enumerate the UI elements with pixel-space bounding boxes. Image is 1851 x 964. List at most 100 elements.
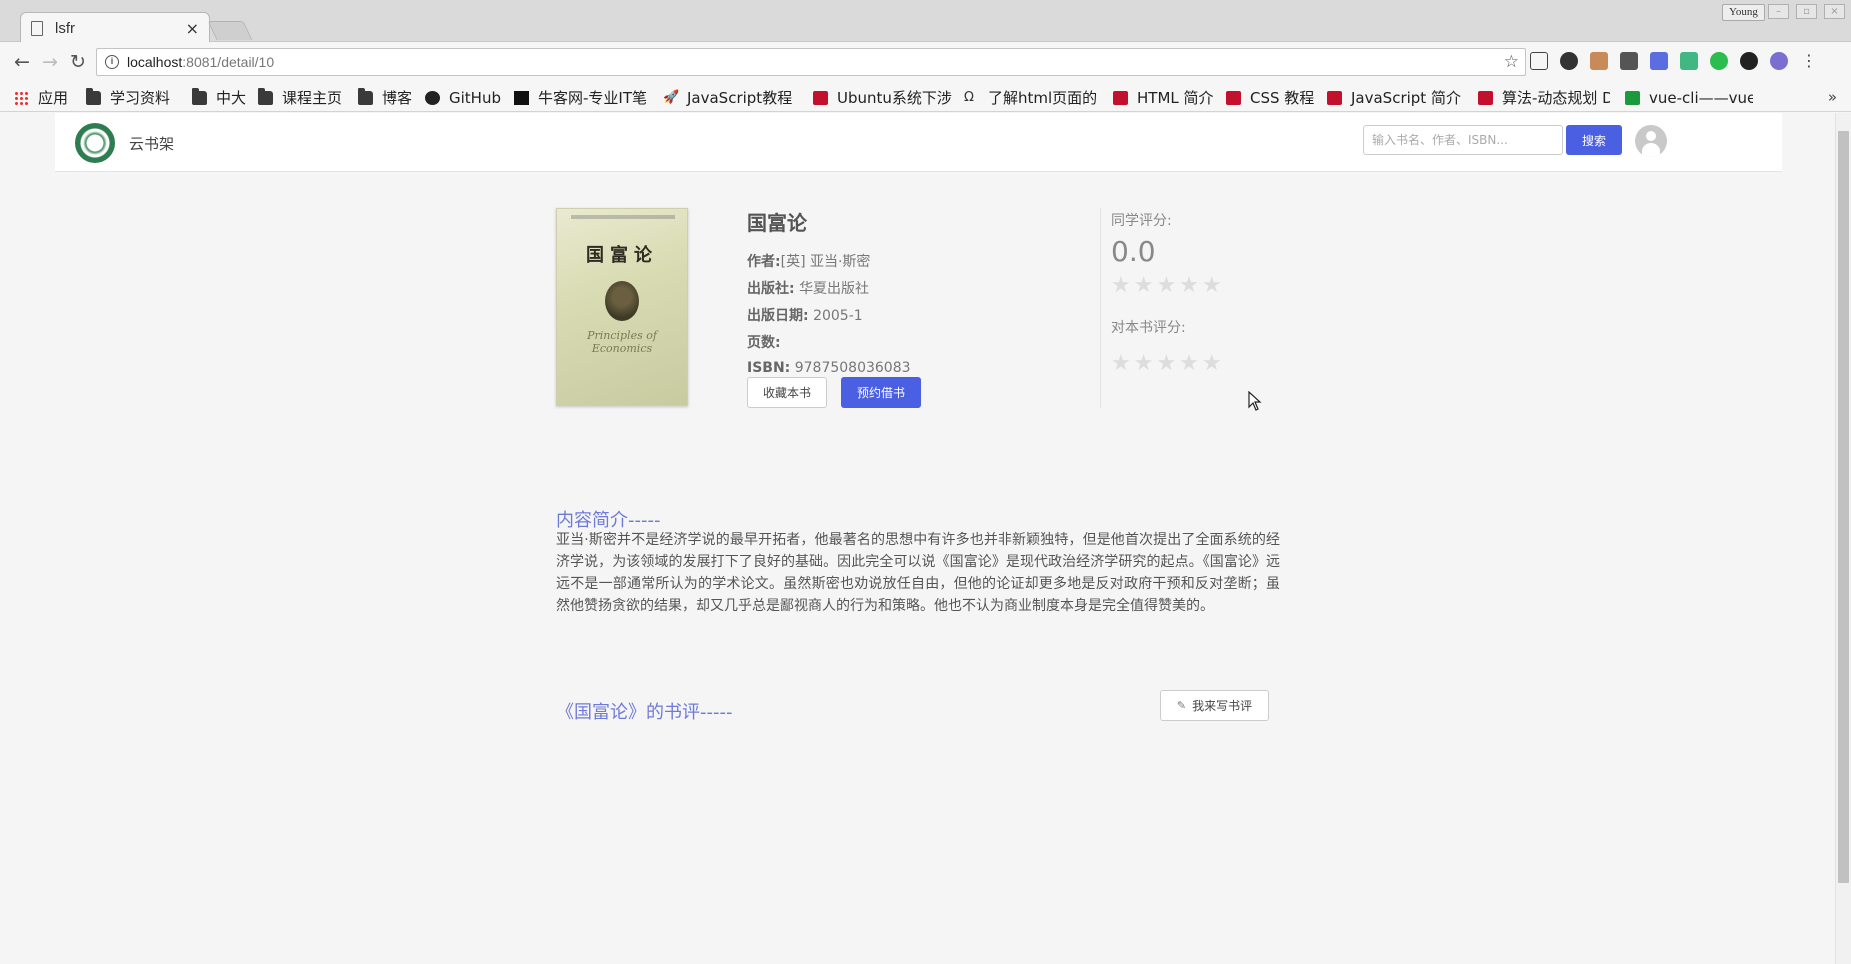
site-header: 云书架 搜索 (55, 113, 1782, 172)
author-label: 作者: (747, 254, 781, 270)
rating-divider (1100, 208, 1101, 408)
university-logo-icon[interactable] (75, 123, 115, 163)
folder-icon (258, 88, 273, 105)
bookmark-item[interactable]: 算法-动态规划 D (1478, 88, 1610, 107)
bookmark-item[interactable]: CSS 教程 (1226, 88, 1314, 107)
pubdate-row: 出版日期: 2005-1 (747, 305, 863, 325)
bookmark-label: 了解html页面的 (988, 89, 1098, 107)
gear-extension-icon[interactable] (1740, 52, 1758, 70)
bookmark-label: vue-cli——vue-r (1649, 88, 1753, 107)
bookmark-item[interactable]: GitHub (425, 88, 501, 107)
publisher-row: 出版社: 华夏出版社 (747, 278, 869, 298)
tab-close-icon[interactable]: × (186, 19, 199, 38)
menu-icon[interactable]: ⋮ (1800, 52, 1818, 70)
brush-extension-icon[interactable] (1590, 52, 1608, 70)
bookmark-item[interactable]: JavaScript 简介 (1327, 88, 1461, 107)
bookmark-item[interactable]: Ubuntu系统下涉 (813, 88, 953, 107)
tools-extension-icon[interactable] (1620, 52, 1638, 70)
bookmarks-bar: 应用 学习资料 中大 课程主页 博客 GitHub 牛客网-专业IT笔 🚀 Ja… (0, 82, 1851, 112)
summary-text: 亚当·斯密并不是经济学说的最早开拓者，他最著名的思想中有许多也并非新颖独特，但是… (556, 532, 1280, 614)
browser-toolbar: ← → ↻ i localhost:8081/detail/10 ☆ ⋮ (0, 42, 1851, 82)
bookmark-apps[interactable]: 应用 (14, 88, 68, 107)
pubdate-label: 出版日期: (747, 308, 809, 324)
adblock-extension-icon[interactable] (1710, 52, 1728, 70)
bookmark-item[interactable]: 中大 (192, 88, 246, 107)
url-host: localhost (127, 54, 183, 70)
peer-rating-score: 0.0 (1111, 235, 1156, 268)
site-name[interactable]: 云书架 (129, 133, 174, 154)
pubdate-value: 2005-1 (813, 308, 863, 324)
bookmark-item[interactable]: 课程主页 (258, 88, 342, 107)
peer-rating-stars: ★★★★★ (1111, 273, 1225, 298)
bookmark-label: CSS 教程 (1250, 89, 1315, 107)
bookmark-label: JavaScript 简介 (1351, 89, 1461, 107)
book-cover-image: 国富论 Principles of Economics (556, 208, 688, 406)
sync-extension-icon[interactable] (1560, 52, 1578, 70)
bookmark-item[interactable]: vue-cli——vue-r (1625, 88, 1753, 107)
favorite-button[interactable]: 收藏本书 (747, 377, 827, 408)
forward-icon[interactable]: → (38, 50, 62, 74)
sf-icon (1625, 90, 1640, 105)
write-review-button[interactable]: ✎ 我来写书评 (1160, 690, 1269, 721)
info-icon[interactable]: i (105, 55, 119, 69)
cover-top-band (571, 215, 675, 219)
isbn-label: ISBN: (747, 360, 791, 376)
author-row: 作者:[英] 亚当·斯密 (747, 251, 870, 271)
c-icon (1478, 90, 1493, 105)
new-tab-button[interactable] (207, 21, 253, 40)
runoob-icon (1226, 90, 1241, 105)
scrollbar-thumb[interactable] (1838, 131, 1849, 883)
my-rating-stars[interactable]: ★★★★★ (1111, 351, 1225, 376)
edit-icon: ✎ (1176, 699, 1187, 712)
bookmark-item[interactable]: HTML 简介 (1113, 88, 1214, 107)
bookmarks-overflow-icon[interactable]: » (1828, 88, 1837, 106)
user-avatar-icon[interactable] (1635, 125, 1667, 157)
address-bar[interactable]: i localhost:8081/detail/10 ☆ (96, 48, 1526, 76)
c-icon (813, 90, 828, 105)
folder-icon (192, 88, 207, 105)
search-button[interactable]: 搜索 (1566, 125, 1622, 155)
runoob-icon (1327, 90, 1342, 105)
bookmark-item[interactable]: Ω 了解html页面的 (964, 88, 1102, 107)
bookmark-label: 课程主页 (282, 89, 343, 107)
isbn-row: ISBN: 9787508036083 (747, 360, 911, 376)
browser-tab[interactable]: lsfr × (20, 12, 210, 43)
search-input[interactable] (1363, 125, 1563, 155)
folder-icon (86, 88, 101, 105)
github-icon (425, 90, 440, 105)
omega-icon: Ω (964, 89, 974, 105)
bookmark-item[interactable]: 牛客网-专业IT笔 (514, 88, 648, 107)
vue-devtools-icon[interactable] (1680, 52, 1698, 70)
bookmark-item[interactable]: 学习资料 (86, 88, 170, 107)
runoob-icon (1113, 90, 1128, 105)
close-window-button[interactable]: × (1824, 4, 1845, 19)
minimize-button[interactable]: – (1768, 4, 1789, 19)
book-title: 国富论 (747, 211, 807, 235)
publisher-label: 出版社: (747, 281, 795, 297)
url-path: :8081/detail/10 (182, 54, 275, 70)
page-scrollbar[interactable] (1835, 113, 1851, 964)
bookmark-label: 博客 (382, 89, 413, 107)
bookmark-item[interactable]: 博客 (358, 88, 412, 107)
bookmark-item[interactable]: 🚀 JavaScript教程 (663, 88, 798, 107)
profile-badge[interactable]: Young (1722, 4, 1765, 21)
publisher-value: 华夏出版社 (799, 281, 870, 297)
nowcoder-icon (514, 90, 529, 105)
back-icon[interactable]: ← (10, 50, 34, 74)
cover-portrait (605, 281, 639, 321)
translate-extension-icon[interactable] (1770, 52, 1788, 70)
maximize-button[interactable]: ▫ (1796, 4, 1817, 19)
rocket-icon: 🚀 (663, 89, 680, 105)
bookmark-label: 应用 (38, 89, 69, 107)
bookmark-label: JavaScript教程 (687, 89, 793, 107)
bookmark-star-icon[interactable]: ☆ (1504, 52, 1519, 72)
write-review-label: 我来写书评 (1192, 699, 1253, 713)
pages-label: 页数: (747, 335, 781, 351)
reload-icon[interactable]: ↻ (66, 50, 90, 74)
cover-title: 国富论 (586, 245, 658, 266)
browser-titlebar: lsfr × Young – ▫ × (0, 0, 1851, 43)
borrow-button[interactable]: 预约借书 (841, 377, 921, 408)
tab-title: lsfr (55, 19, 75, 37)
screenshot-extension-icon[interactable] (1530, 52, 1548, 70)
grad-cap-extension-icon[interactable] (1650, 52, 1668, 70)
